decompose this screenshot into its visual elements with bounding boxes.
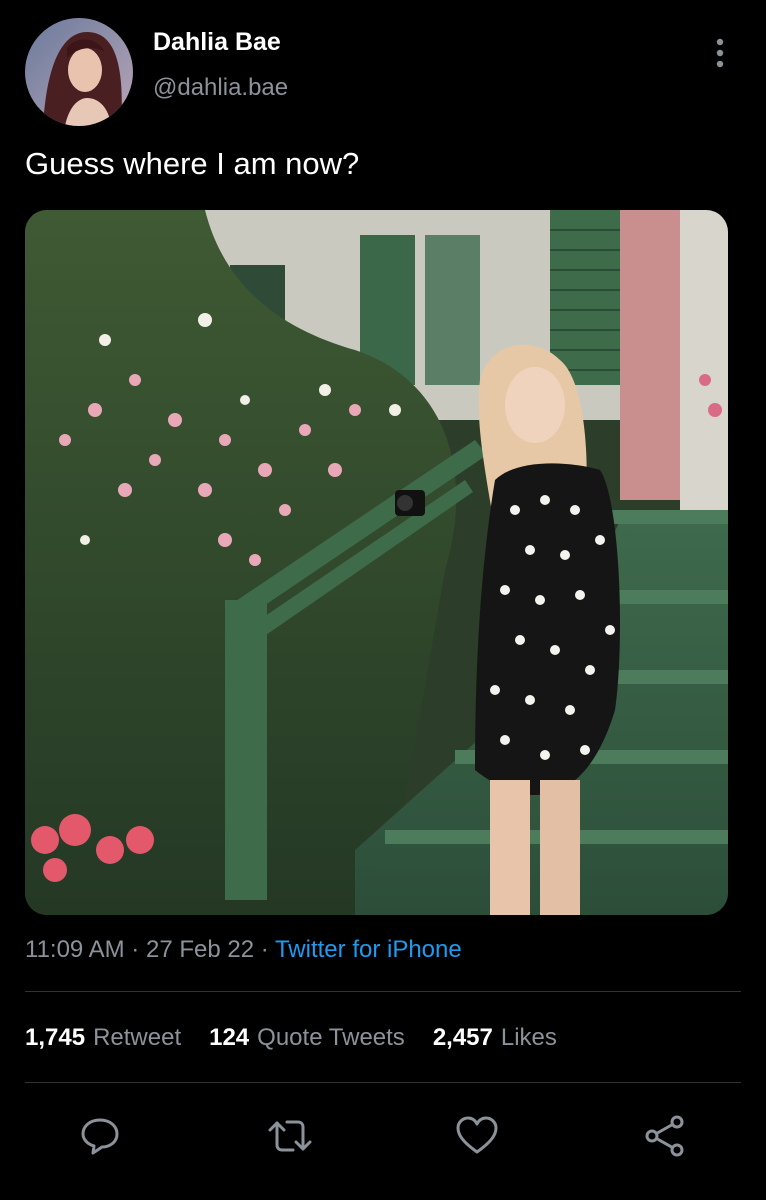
likes-stat[interactable]: 2,457 Likes: [433, 1024, 557, 1052]
reply-icon: [81, 1118, 119, 1155]
retweets-stat[interactable]: 1,745 Retweet: [25, 1024, 181, 1052]
author-name[interactable]: Dahlia Bae: [153, 28, 281, 57]
meta-separator: ·: [260, 936, 269, 963]
share-button[interactable]: [637, 1108, 693, 1164]
retweets-label: Retweet: [93, 1024, 182, 1051]
tweet-source-link[interactable]: Twitter for iPhone: [275, 936, 462, 963]
tweet-date[interactable]: 27 Feb 22: [146, 936, 254, 963]
likes-label: Likes: [500, 1024, 557, 1051]
meta-separator: ·: [131, 936, 140, 963]
divider: [25, 1082, 741, 1083]
tweet-text: Guess where I am now?: [25, 146, 360, 181]
quote-tweets-stat[interactable]: 124 Quote Tweets: [209, 1024, 405, 1052]
likes-count: 2,457: [432, 1024, 493, 1051]
retweet-icon: [268, 1120, 312, 1152]
quote-tweets-label: Quote Tweets: [257, 1024, 405, 1051]
tweet-time[interactable]: 11:09 AM: [25, 936, 125, 963]
retweet-button[interactable]: [262, 1108, 318, 1164]
quote-tweets-count: 124: [209, 1024, 250, 1051]
author-handle[interactable]: @dahlia.bae: [153, 74, 288, 102]
avatar[interactable]: [25, 18, 133, 126]
divider: [25, 991, 741, 992]
share-icon: [645, 1115, 684, 1157]
like-button[interactable]: [449, 1108, 505, 1164]
retweets-count: 1,745: [25, 1024, 86, 1051]
reply-button[interactable]: [72, 1108, 128, 1164]
tweet-stats: 1,745 Retweet 124 Quote Tweets 2,457 Likes: [25, 1024, 557, 1052]
heart-icon: [456, 1116, 498, 1154]
tweet-photo[interactable]: [25, 210, 728, 915]
tweet-metadata: 11:09 AM · 27 Feb 22 · Twitter for iPhon…: [25, 936, 462, 964]
more-vertical-icon: [716, 38, 724, 68]
more-options-button[interactable]: [700, 36, 740, 72]
tweet-action-bar: [0, 1108, 766, 1164]
